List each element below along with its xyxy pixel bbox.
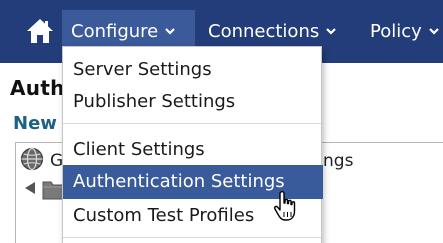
menu-item-client-settings[interactable]: Client Settings bbox=[63, 133, 321, 166]
menu-divider bbox=[63, 123, 321, 124]
triangle-icon[interactable] bbox=[24, 181, 36, 195]
nav-policy[interactable]: Policy bbox=[370, 10, 440, 54]
tree-root-label-suffix[interactable]: ngs bbox=[323, 151, 353, 171]
page-title: Auth bbox=[10, 76, 65, 100]
new-link[interactable]: New bbox=[13, 113, 57, 134]
menu-item-publisher-settings[interactable]: Publisher Settings bbox=[63, 85, 321, 118]
chevron-down-icon bbox=[325, 10, 337, 54]
menu-divider bbox=[63, 237, 321, 238]
app-screen: Configure Connections Policy Auth New G … bbox=[0, 0, 443, 243]
nav-policy-label: Policy bbox=[370, 21, 422, 42]
chevron-down-icon bbox=[428, 10, 440, 54]
menu-item-server-settings[interactable]: Server Settings bbox=[63, 53, 321, 86]
hand-pointer-icon bbox=[274, 190, 296, 221]
home-icon[interactable] bbox=[26, 18, 54, 44]
globe-icon bbox=[20, 147, 44, 171]
